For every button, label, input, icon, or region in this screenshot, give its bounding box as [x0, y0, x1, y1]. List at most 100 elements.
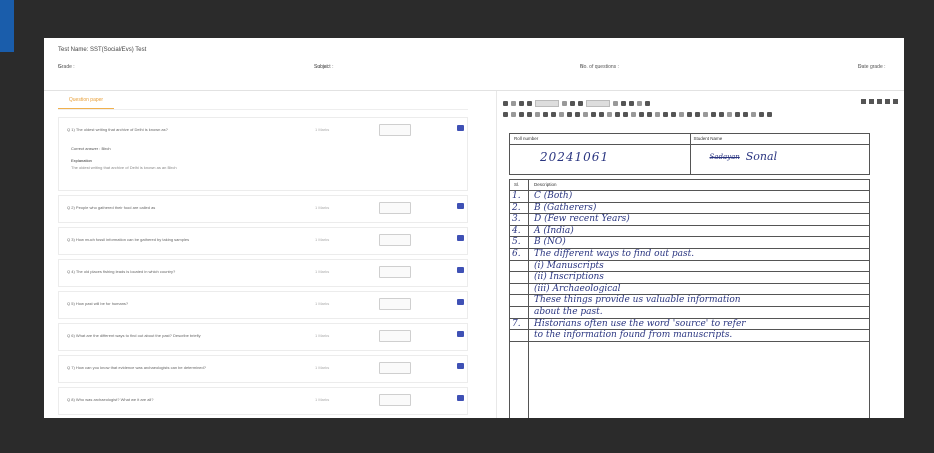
format-tool-icon[interactable]: [519, 100, 524, 106]
annotate-tool-icon[interactable]: [639, 111, 644, 117]
marks-input[interactable]: [379, 394, 411, 406]
annotate-tool-icon[interactable]: [567, 111, 572, 117]
toolbar-select[interactable]: [586, 99, 610, 107]
annotate-tool-icon[interactable]: [719, 111, 724, 117]
question-row[interactable]: Q 8) Who was archaeologist? What we it a…: [58, 387, 468, 415]
annotate-tool-icon[interactable]: [623, 111, 628, 117]
comment-icon[interactable]: [457, 203, 464, 209]
format-tool-icon[interactable]: [613, 100, 618, 106]
description-header-label: Description: [534, 182, 557, 187]
annotate-tool-icon[interactable]: [767, 111, 772, 117]
marks-input[interactable]: [379, 362, 411, 374]
question-marks: 1 Marks: [315, 237, 330, 242]
tab-question-paper[interactable]: Question paper: [58, 97, 114, 109]
annotate-tool-icon[interactable]: [503, 111, 508, 117]
marks-input[interactable]: [379, 124, 411, 136]
annotate-tool-icon[interactable]: [727, 111, 732, 117]
line-text: Historians often use the word 'source' t…: [534, 318, 746, 329]
annotate-tool-icon[interactable]: [743, 111, 748, 117]
annotate-tool-icon[interactable]: [583, 111, 588, 117]
annotate-tool-icon[interactable]: [631, 111, 636, 117]
description-table: Sl. Description 1. C (Both) 2. B (Gatherers…: [509, 179, 870, 418]
question-row[interactable]: Q 2) People who gathered their food are …: [58, 195, 468, 223]
annotate-tool-icon[interactable]: [615, 111, 620, 117]
question-row[interactable]: Q 7) How can you know that evidence was …: [58, 355, 468, 383]
toolbar-row-2: [503, 110, 900, 118]
question-marks: 1 Marks: [315, 205, 330, 210]
marks-input[interactable]: [379, 266, 411, 278]
question-list: Q 1) The oldest writing that archive of …: [58, 117, 468, 418]
question-row[interactable]: Q 3) How much fossil information can be …: [58, 227, 468, 255]
question-row[interactable]: Q 6) What are the different ways to find…: [58, 323, 468, 351]
format-tool-icon[interactable]: [621, 100, 626, 106]
annotate-tool-icon[interactable]: [663, 111, 668, 117]
annotate-tool-icon[interactable]: [543, 111, 548, 117]
annotate-tool-icon[interactable]: [511, 111, 516, 117]
marks-input[interactable]: [379, 234, 411, 246]
annotate-tool-icon[interactable]: [591, 111, 596, 117]
answer-line: 3. D (Few recent Years): [510, 214, 869, 226]
format-tool-icon[interactable]: [637, 100, 642, 106]
toolbar-select[interactable]: [535, 99, 559, 107]
marks-input[interactable]: [379, 202, 411, 214]
marks-input[interactable]: [379, 330, 411, 342]
comment-icon[interactable]: [457, 395, 464, 401]
rotate-icon[interactable]: [885, 99, 890, 104]
explanation-label: Explanation: [71, 158, 92, 163]
annotate-tool-icon[interactable]: [679, 111, 684, 117]
question-text: Q 1) The oldest writing that archive of …: [67, 127, 168, 132]
annotate-tool-icon[interactable]: [703, 111, 708, 117]
question-row[interactable]: Q 4) The old places fishing leads is loc…: [58, 259, 468, 287]
grade-meta: Grade : 5: [58, 64, 75, 70]
answer-line: 1. C (Both): [510, 191, 869, 203]
handwritten-lines: 1. C (Both) 2. B (Gatherers) 3. D (Few recent…: [510, 191, 869, 342]
annotate-tool-icon[interactable]: [647, 111, 652, 117]
fit-icon[interactable]: [877, 99, 882, 104]
comment-icon[interactable]: [457, 235, 464, 241]
annotate-tool-icon[interactable]: [671, 111, 676, 117]
zoom-out-icon[interactable]: [861, 99, 866, 104]
comment-icon[interactable]: [457, 267, 464, 273]
annotate-tool-icon[interactable]: [687, 111, 692, 117]
marks-input[interactable]: [379, 298, 411, 310]
annotate-tool-icon[interactable]: [559, 111, 564, 117]
format-tool-icon[interactable]: [578, 100, 583, 106]
comment-icon[interactable]: [457, 125, 464, 131]
student-name-value: Sadayan Sonal: [710, 150, 778, 163]
annotate-tool-icon[interactable]: [655, 111, 660, 117]
format-tool-icon[interactable]: [562, 100, 567, 106]
question-text: Q 8) Who was archaeologist? What we it a…: [67, 397, 154, 402]
zoom-in-icon[interactable]: [869, 99, 874, 104]
question-marks: 1 Marks: [315, 269, 330, 274]
answer-line: (iii) Archaeological: [510, 284, 869, 296]
format-tool-icon[interactable]: [527, 100, 532, 106]
annotate-tool-icon[interactable]: [575, 111, 580, 117]
comment-icon[interactable]: [457, 331, 464, 337]
student-name-label: Student Name: [693, 136, 723, 141]
line-number: 5.: [512, 237, 521, 248]
format-tool-icon[interactable]: [645, 100, 650, 106]
format-tool-icon[interactable]: [511, 100, 516, 106]
question-row[interactable]: Q 5) How past will be for humans? 1 Marks: [58, 291, 468, 319]
annotate-tool-icon[interactable]: [599, 111, 604, 117]
comment-icon[interactable]: [457, 299, 464, 305]
annotate-tool-icon[interactable]: [711, 111, 716, 117]
line-text: to the information found from manuscript…: [534, 330, 733, 341]
format-tool-icon[interactable]: [503, 100, 508, 106]
comment-icon[interactable]: [457, 363, 464, 369]
format-tool-icon[interactable]: [629, 100, 634, 106]
format-tool-icon[interactable]: [570, 100, 575, 106]
line-text: B (Gatherers): [534, 202, 597, 213]
annotate-tool-icon[interactable]: [735, 111, 740, 117]
annotate-tool-icon[interactable]: [751, 111, 756, 117]
annotate-tool-icon[interactable]: [519, 111, 524, 117]
more-icon[interactable]: [893, 99, 898, 104]
answer-line: 2. B (Gatherers): [510, 203, 869, 215]
annotate-tool-icon[interactable]: [759, 111, 764, 117]
annotate-tool-icon[interactable]: [695, 111, 700, 117]
annotate-tool-icon[interactable]: [535, 111, 540, 117]
annotate-tool-icon[interactable]: [551, 111, 556, 117]
annotate-tool-icon[interactable]: [607, 111, 612, 117]
question-row[interactable]: Q 1) The oldest writing that archive of …: [58, 117, 468, 191]
annotate-tool-icon[interactable]: [527, 111, 532, 117]
